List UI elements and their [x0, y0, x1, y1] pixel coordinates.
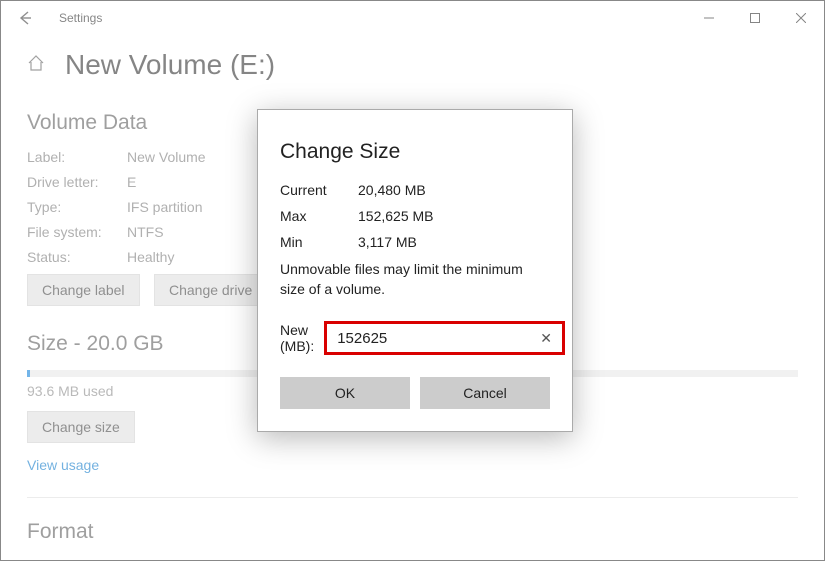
dialog-current-row: Current 20,480 MB: [280, 182, 550, 198]
dialog-note: Unmovable files may limit the minimum si…: [280, 260, 550, 299]
dialog-input-highlight: ✕: [324, 321, 565, 355]
dialog-current-val: 20,480 MB: [358, 182, 426, 198]
dialog-max-row: Max 152,625 MB: [280, 208, 550, 224]
dialog-ok-button[interactable]: OK: [280, 377, 410, 409]
dialog-title: Change Size: [280, 140, 550, 164]
dialog-button-row: OK Cancel: [280, 377, 550, 409]
change-size-dialog: Change Size Current 20,480 MB Max 152,62…: [257, 109, 573, 432]
dialog-min-row: Min 3,117 MB: [280, 234, 550, 250]
dialog-min-val: 3,117 MB: [358, 234, 417, 250]
dialog-max-val: 152,625 MB: [358, 208, 434, 224]
new-size-input[interactable]: [337, 330, 536, 347]
clear-input-icon[interactable]: ✕: [536, 330, 556, 347]
dialog-new-label: New (MB):: [280, 322, 314, 354]
dialog-min-key: Min: [280, 234, 358, 250]
dialog-input-row: New (MB): ✕: [280, 321, 550, 355]
dialog-max-key: Max: [280, 208, 358, 224]
dialog-cancel-button[interactable]: Cancel: [420, 377, 550, 409]
dialog-current-key: Current: [280, 182, 358, 198]
